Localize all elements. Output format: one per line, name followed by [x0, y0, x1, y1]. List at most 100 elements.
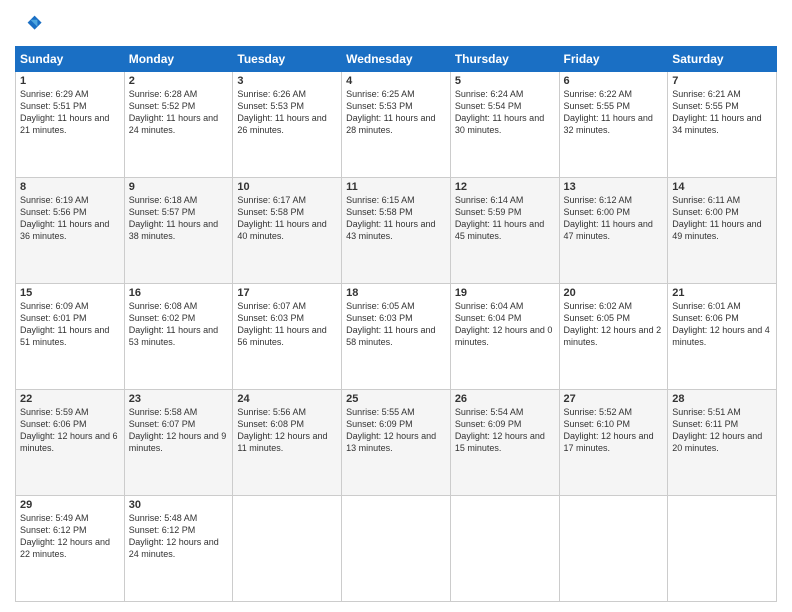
day-number: 5 [455, 75, 555, 87]
day-info: Sunrise: 5:48 AMSunset: 6:12 PMDaylight:… [129, 512, 229, 561]
day-number: 14 [672, 181, 772, 193]
day-number: 9 [129, 181, 229, 193]
calendar-cell: 10Sunrise: 6:17 AMSunset: 5:58 PMDayligh… [233, 178, 342, 284]
calendar-cell: 29Sunrise: 5:49 AMSunset: 6:12 PMDayligh… [16, 496, 125, 602]
calendar-cell: 8Sunrise: 6:19 AMSunset: 5:56 PMDaylight… [16, 178, 125, 284]
day-info: Sunrise: 6:25 AMSunset: 5:53 PMDaylight:… [346, 88, 446, 137]
day-info: Sunrise: 6:05 AMSunset: 6:03 PMDaylight:… [346, 300, 446, 349]
day-info: Sunrise: 6:26 AMSunset: 5:53 PMDaylight:… [237, 88, 337, 137]
day-info: Sunrise: 6:21 AMSunset: 5:55 PMDaylight:… [672, 88, 772, 137]
day-info: Sunrise: 6:11 AMSunset: 6:00 PMDaylight:… [672, 194, 772, 243]
day-info: Sunrise: 5:51 AMSunset: 6:11 PMDaylight:… [672, 406, 772, 455]
day-info: Sunrise: 5:56 AMSunset: 6:08 PMDaylight:… [237, 406, 337, 455]
calendar-cell: 27Sunrise: 5:52 AMSunset: 6:10 PMDayligh… [559, 390, 668, 496]
calendar-cell: 18Sunrise: 6:05 AMSunset: 6:03 PMDayligh… [342, 284, 451, 390]
header [15, 10, 777, 38]
day-number: 13 [564, 181, 664, 193]
day-number: 26 [455, 393, 555, 405]
day-number: 20 [564, 287, 664, 299]
day-number: 3 [237, 75, 337, 87]
day-number: 21 [672, 287, 772, 299]
day-info: Sunrise: 6:29 AMSunset: 5:51 PMDaylight:… [20, 88, 120, 137]
calendar-cell [668, 496, 777, 602]
day-number: 18 [346, 287, 446, 299]
day-number: 25 [346, 393, 446, 405]
day-info: Sunrise: 6:19 AMSunset: 5:56 PMDaylight:… [20, 194, 120, 243]
day-info: Sunrise: 6:24 AMSunset: 5:54 PMDaylight:… [455, 88, 555, 137]
weekday-header: Saturday [668, 47, 777, 72]
day-info: Sunrise: 6:09 AMSunset: 6:01 PMDaylight:… [20, 300, 120, 349]
day-info: Sunrise: 5:59 AMSunset: 6:06 PMDaylight:… [20, 406, 120, 455]
day-info: Sunrise: 6:07 AMSunset: 6:03 PMDaylight:… [237, 300, 337, 349]
day-number: 17 [237, 287, 337, 299]
day-number: 29 [20, 499, 120, 511]
weekday-header: Sunday [16, 47, 125, 72]
calendar-cell [233, 496, 342, 602]
day-number: 4 [346, 75, 446, 87]
calendar-cell: 7Sunrise: 6:21 AMSunset: 5:55 PMDaylight… [668, 72, 777, 178]
day-info: Sunrise: 6:28 AMSunset: 5:52 PMDaylight:… [129, 88, 229, 137]
calendar-cell: 17Sunrise: 6:07 AMSunset: 6:03 PMDayligh… [233, 284, 342, 390]
calendar-cell: 14Sunrise: 6:11 AMSunset: 6:00 PMDayligh… [668, 178, 777, 284]
calendar-week-row: 1Sunrise: 6:29 AMSunset: 5:51 PMDaylight… [16, 72, 777, 178]
day-info: Sunrise: 6:15 AMSunset: 5:58 PMDaylight:… [346, 194, 446, 243]
calendar-cell: 1Sunrise: 6:29 AMSunset: 5:51 PMDaylight… [16, 72, 125, 178]
logo-icon [15, 10, 43, 38]
calendar-cell: 3Sunrise: 6:26 AMSunset: 5:53 PMDaylight… [233, 72, 342, 178]
calendar-cell: 4Sunrise: 6:25 AMSunset: 5:53 PMDaylight… [342, 72, 451, 178]
day-info: Sunrise: 5:52 AMSunset: 6:10 PMDaylight:… [564, 406, 664, 455]
day-info: Sunrise: 5:58 AMSunset: 6:07 PMDaylight:… [129, 406, 229, 455]
weekday-row: SundayMondayTuesdayWednesdayThursdayFrid… [16, 47, 777, 72]
calendar-cell: 23Sunrise: 5:58 AMSunset: 6:07 PMDayligh… [124, 390, 233, 496]
day-info: Sunrise: 6:01 AMSunset: 6:06 PMDaylight:… [672, 300, 772, 349]
calendar-cell: 11Sunrise: 6:15 AMSunset: 5:58 PMDayligh… [342, 178, 451, 284]
calendar-week-row: 29Sunrise: 5:49 AMSunset: 6:12 PMDayligh… [16, 496, 777, 602]
weekday-header: Friday [559, 47, 668, 72]
calendar-header: SundayMondayTuesdayWednesdayThursdayFrid… [16, 47, 777, 72]
day-number: 27 [564, 393, 664, 405]
day-info: Sunrise: 6:17 AMSunset: 5:58 PMDaylight:… [237, 194, 337, 243]
calendar-cell: 22Sunrise: 5:59 AMSunset: 6:06 PMDayligh… [16, 390, 125, 496]
day-number: 30 [129, 499, 229, 511]
day-info: Sunrise: 6:08 AMSunset: 6:02 PMDaylight:… [129, 300, 229, 349]
day-number: 1 [20, 75, 120, 87]
day-number: 15 [20, 287, 120, 299]
day-number: 10 [237, 181, 337, 193]
calendar-cell: 26Sunrise: 5:54 AMSunset: 6:09 PMDayligh… [450, 390, 559, 496]
day-info: Sunrise: 5:54 AMSunset: 6:09 PMDaylight:… [455, 406, 555, 455]
calendar-cell: 16Sunrise: 6:08 AMSunset: 6:02 PMDayligh… [124, 284, 233, 390]
calendar-body: 1Sunrise: 6:29 AMSunset: 5:51 PMDaylight… [16, 72, 777, 602]
calendar-cell: 12Sunrise: 6:14 AMSunset: 5:59 PMDayligh… [450, 178, 559, 284]
calendar-cell: 20Sunrise: 6:02 AMSunset: 6:05 PMDayligh… [559, 284, 668, 390]
calendar-table: SundayMondayTuesdayWednesdayThursdayFrid… [15, 46, 777, 602]
calendar-cell: 2Sunrise: 6:28 AMSunset: 5:52 PMDaylight… [124, 72, 233, 178]
calendar-cell: 13Sunrise: 6:12 AMSunset: 6:00 PMDayligh… [559, 178, 668, 284]
weekday-header: Tuesday [233, 47, 342, 72]
calendar-cell [450, 496, 559, 602]
calendar-week-row: 22Sunrise: 5:59 AMSunset: 6:06 PMDayligh… [16, 390, 777, 496]
calendar-week-row: 8Sunrise: 6:19 AMSunset: 5:56 PMDaylight… [16, 178, 777, 284]
calendar-cell [559, 496, 668, 602]
logo [15, 10, 47, 38]
page: SundayMondayTuesdayWednesdayThursdayFrid… [0, 0, 792, 612]
day-number: 12 [455, 181, 555, 193]
day-number: 11 [346, 181, 446, 193]
calendar-cell: 28Sunrise: 5:51 AMSunset: 6:11 PMDayligh… [668, 390, 777, 496]
day-info: Sunrise: 5:55 AMSunset: 6:09 PMDaylight:… [346, 406, 446, 455]
day-info: Sunrise: 6:12 AMSunset: 6:00 PMDaylight:… [564, 194, 664, 243]
calendar-cell: 6Sunrise: 6:22 AMSunset: 5:55 PMDaylight… [559, 72, 668, 178]
day-number: 16 [129, 287, 229, 299]
day-number: 2 [129, 75, 229, 87]
calendar-cell: 9Sunrise: 6:18 AMSunset: 5:57 PMDaylight… [124, 178, 233, 284]
calendar-week-row: 15Sunrise: 6:09 AMSunset: 6:01 PMDayligh… [16, 284, 777, 390]
weekday-header: Wednesday [342, 47, 451, 72]
calendar-cell [342, 496, 451, 602]
day-info: Sunrise: 6:02 AMSunset: 6:05 PMDaylight:… [564, 300, 664, 349]
calendar-cell: 15Sunrise: 6:09 AMSunset: 6:01 PMDayligh… [16, 284, 125, 390]
calendar-cell: 5Sunrise: 6:24 AMSunset: 5:54 PMDaylight… [450, 72, 559, 178]
weekday-header: Thursday [450, 47, 559, 72]
weekday-header: Monday [124, 47, 233, 72]
calendar-cell: 19Sunrise: 6:04 AMSunset: 6:04 PMDayligh… [450, 284, 559, 390]
day-info: Sunrise: 6:14 AMSunset: 5:59 PMDaylight:… [455, 194, 555, 243]
calendar-cell: 24Sunrise: 5:56 AMSunset: 6:08 PMDayligh… [233, 390, 342, 496]
